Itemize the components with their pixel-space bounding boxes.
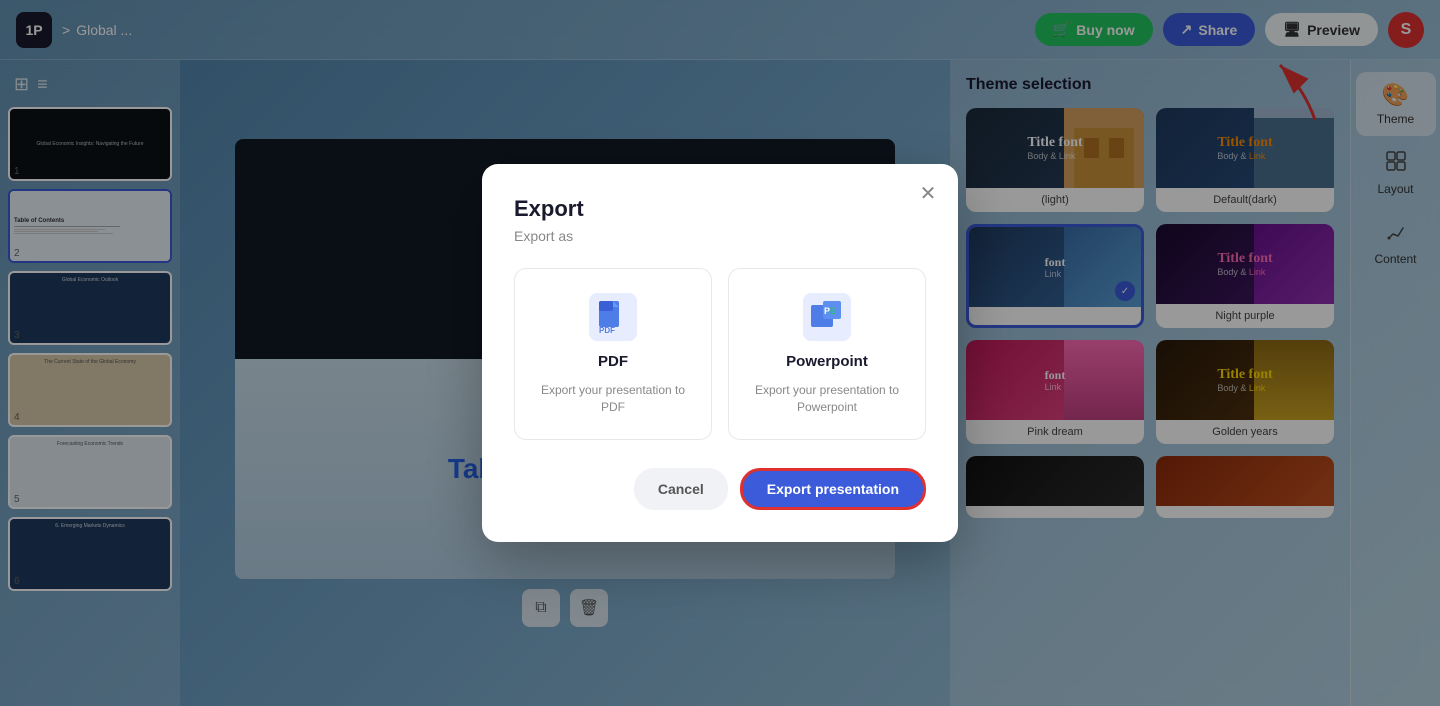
svg-text:E: E	[830, 306, 836, 316]
export-option-ppt[interactable]: P E Powerpoint Export your presentation …	[728, 268, 926, 441]
modal-title: Export	[514, 196, 926, 222]
pdf-desc: Export your presentation to PDF	[531, 382, 695, 416]
modal-close-button[interactable]: ✕	[914, 180, 942, 208]
cancel-button[interactable]: Cancel	[634, 468, 728, 510]
export-presentation-button[interactable]: Export presentation	[740, 468, 926, 510]
modal-footer: Cancel Export presentation	[514, 468, 926, 510]
export-options: PDF PDF Export your presentation to PDF …	[514, 268, 926, 441]
export-option-pdf[interactable]: PDF PDF Export your presentation to PDF	[514, 268, 712, 441]
pdf-label: PDF	[598, 353, 628, 370]
ppt-icon: P E	[803, 293, 851, 341]
ppt-desc: Export your presentation to Powerpoint	[745, 382, 909, 416]
pdf-icon: PDF	[589, 293, 637, 341]
modal-overlay: ✕ Export Export as PDF PDF Export your p…	[0, 0, 1440, 706]
export-modal: ✕ Export Export as PDF PDF Export your p…	[482, 164, 958, 543]
modal-subtitle: Export as	[514, 228, 926, 244]
ppt-label: Powerpoint	[786, 353, 868, 370]
svg-text:PDF: PDF	[599, 326, 615, 335]
